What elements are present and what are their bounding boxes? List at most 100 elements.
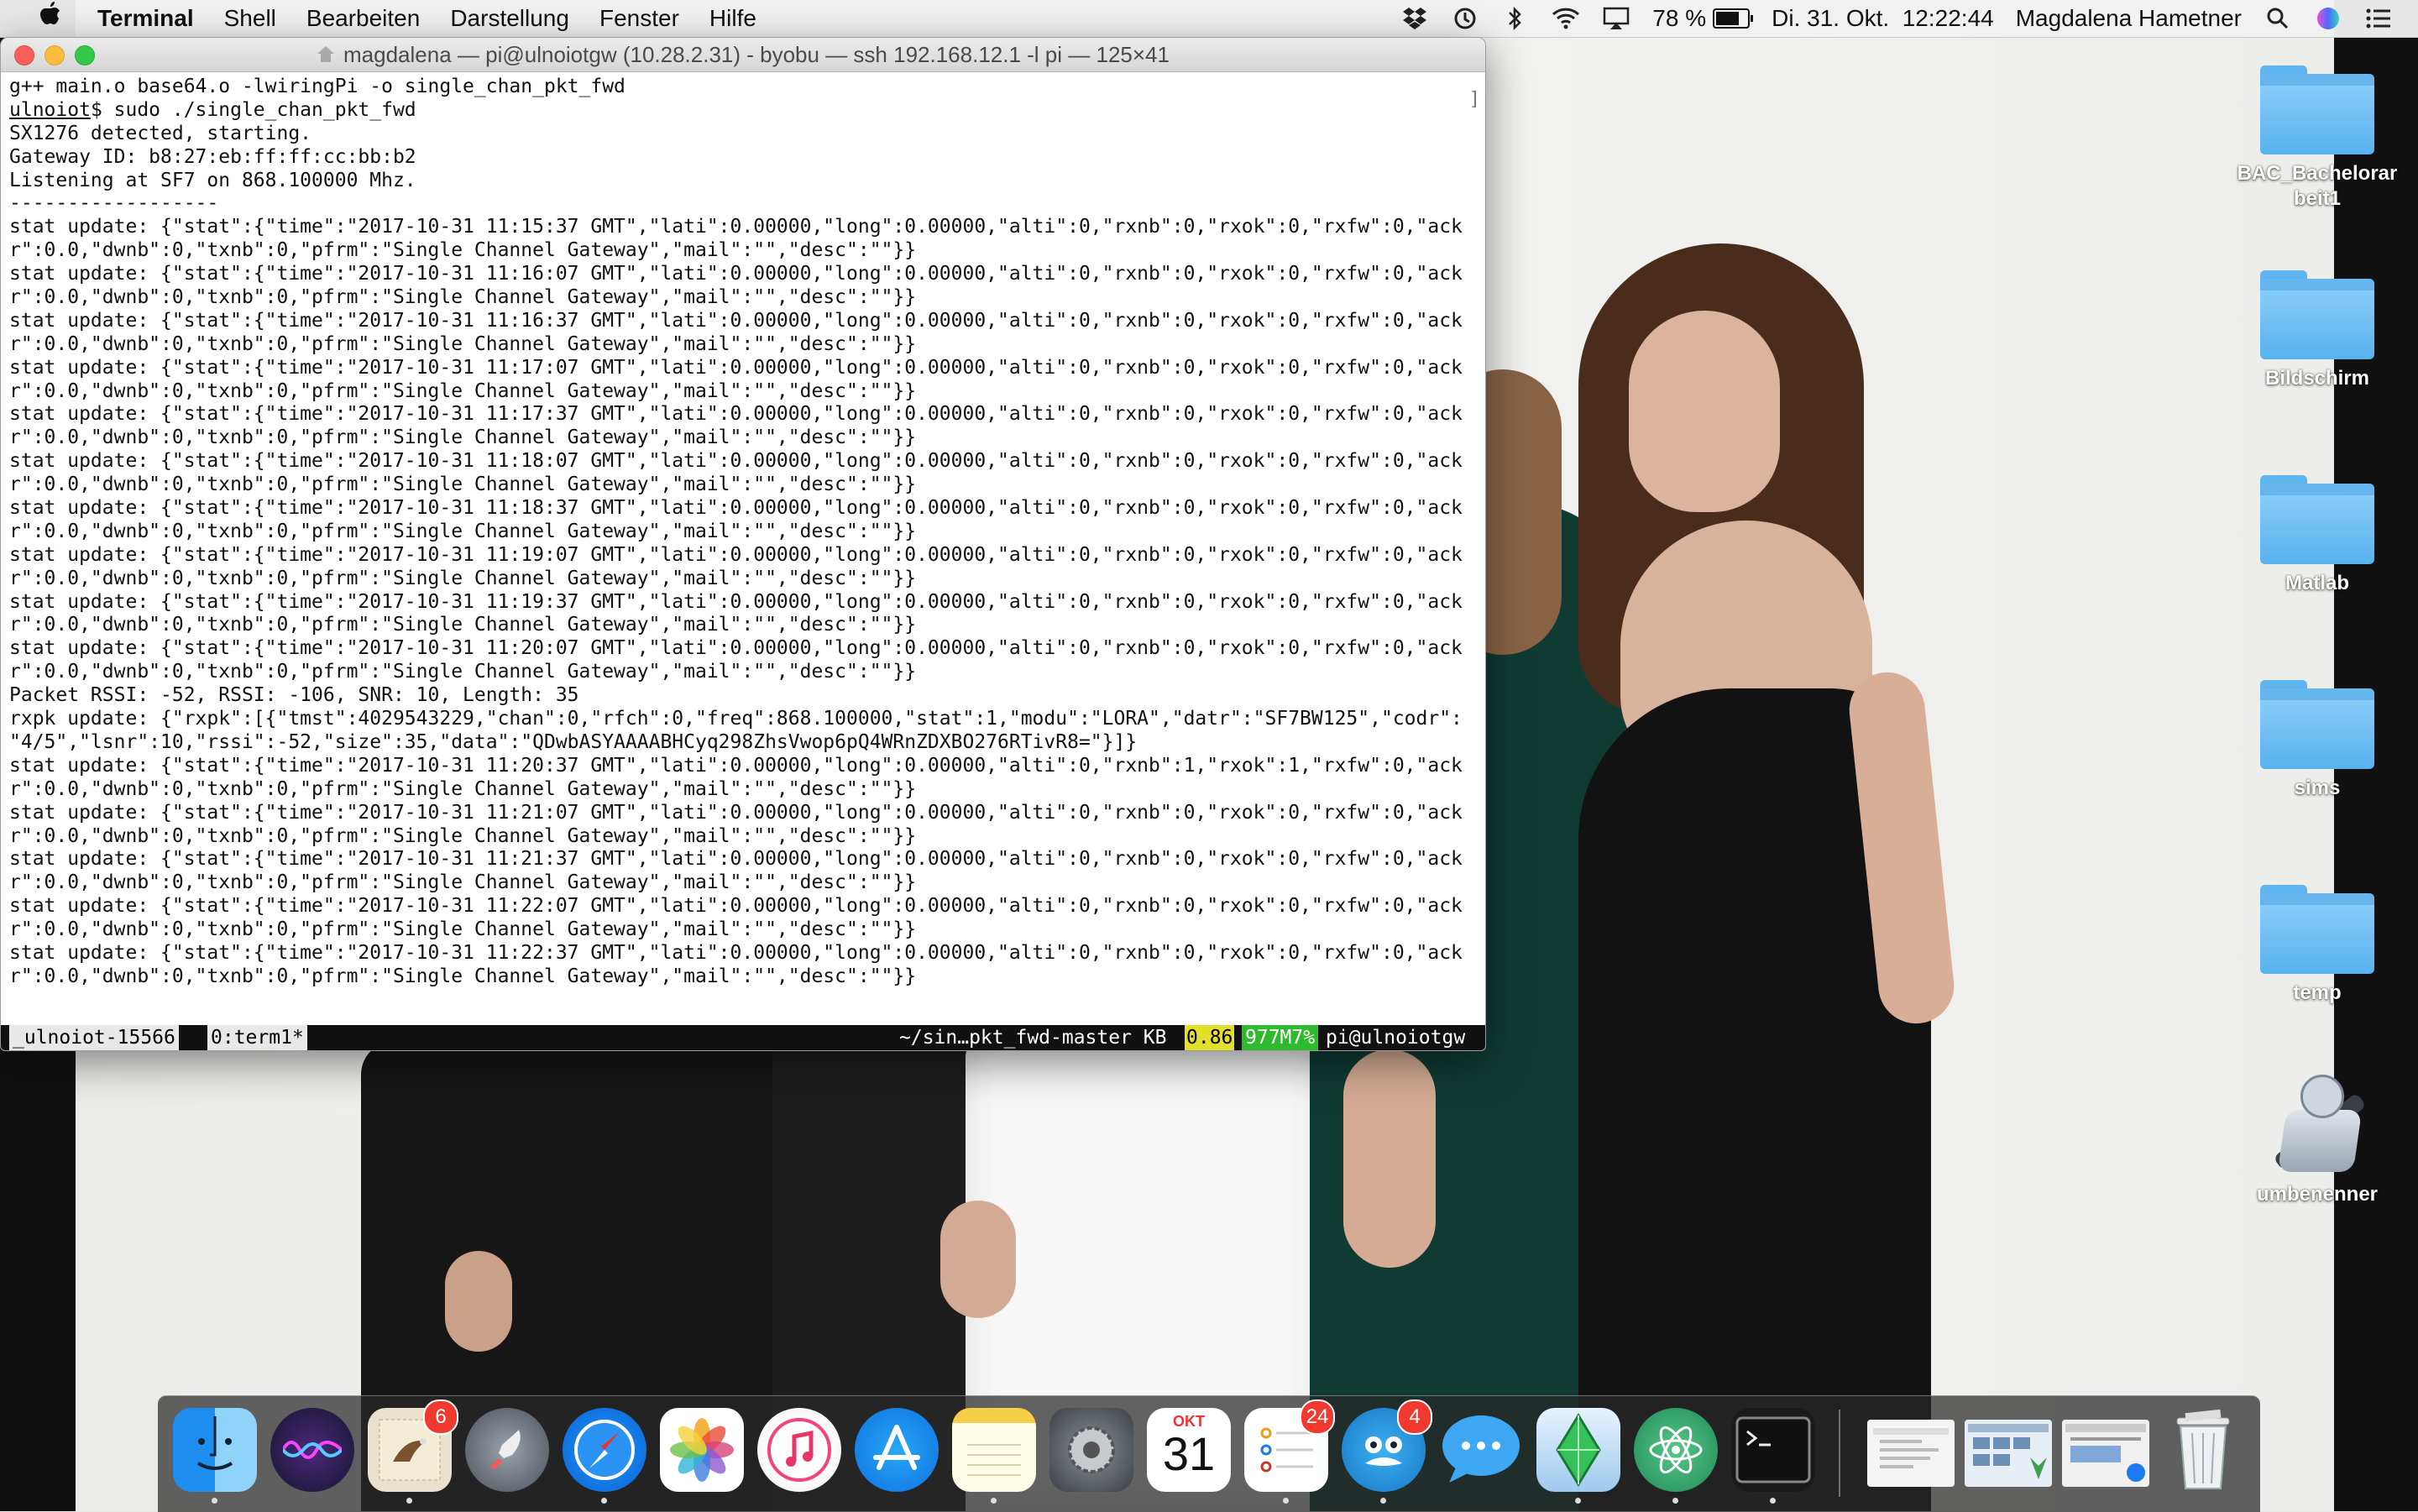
folder-icon [2260,680,2374,769]
wallpaper-person-arm [1343,1049,1436,1268]
minimized-safari-window-thumbnail[interactable] [2062,1420,2149,1487]
close-button[interactable] [14,45,34,65]
siri-icon[interactable] [270,1408,354,1492]
safari-icon[interactable] [563,1408,646,1504]
dock: 6 OKT 31 24 4 [158,1395,2260,1512]
menubar-clock[interactable]: Di. 31. Okt. 12:22:44 [1772,5,1994,32]
airplay-icon[interactable] [1602,4,1630,33]
desktop-folder-temp[interactable]: temp [2216,885,2418,1006]
terminal-line: r":0.0,"dwnb":0,"txnb":0,"pfrm":"Single … [9,473,917,496]
finder-icon[interactable] [173,1408,257,1504]
menu-darstellung[interactable]: Darstellung [450,5,569,32]
battery-icon [1713,8,1754,29]
terminal-line: r":0.0,"dwnb":0,"txnb":0,"pfrm":"Single … [9,239,917,262]
status-load: 0.86 [1185,1025,1235,1050]
terminal-line: stat update: {"stat":{"time":"2017-10-31… [9,497,1463,520]
terminal-line: r":0.0,"dwnb":0,"txnb":0,"pfrm":"Single … [9,332,917,355]
terminal-output-area[interactable]: ] g++ main.o base64.o -lwiringPi -o sing… [1,72,1485,1050]
terminal-line: r":0.0,"dwnb":0,"txnb":0,"pfrm":"Single … [9,379,917,402]
terminal-icon[interactable] [1731,1408,1815,1504]
dock-separator [1839,1410,1840,1497]
menu-fenster[interactable]: Fenster [599,5,679,32]
terminal-line: r":0.0,"dwnb":0,"txnb":0,"pfrm":"Single … [9,567,917,589]
trash-icon[interactable] [2161,1408,2245,1492]
time-machine-icon[interactable] [1451,4,1479,33]
menubar-user[interactable]: Magdalena Hametner [2016,5,2242,32]
siri-menubar-icon[interactable] [2314,4,2342,33]
notification-badge: 4 [1397,1400,1432,1435]
running-indicator [1672,1498,1678,1504]
wallpaper-woman-face [1629,311,1780,512]
menu-bearbeiten[interactable]: Bearbeiten [306,5,420,32]
terminal-line: r":0.0,"dwnb":0,"txnb":0,"pfrm":"Single … [9,661,917,683]
app-store-icon[interactable] [855,1408,939,1492]
the-sims-icon[interactable] [1536,1408,1620,1504]
menu-hilfe[interactable]: Hilfe [709,5,756,32]
status-memory: 977M7% [1242,1025,1319,1050]
terminal-window[interactable]: magdalena — pi@ulnoiotgw (10.28.2.31) - … [0,37,1486,1051]
terminal-line: r":0.0,"dwnb":0,"txnb":0,"pfrm":"Single … [9,614,917,636]
photos-icon[interactable] [660,1408,744,1492]
terminal-line: r":0.0,"dwnb":0,"txnb":0,"pfrm":"Single … [9,918,917,941]
running-indicator [1575,1498,1581,1504]
terminal-line: stat update: {"stat":{"time":"2017-10-31… [9,403,1463,426]
tweetbot-icon[interactable]: 4 [1342,1400,1432,1504]
terminal-line: stat update: {"stat":{"time":"2017-10-31… [9,590,1463,613]
terminal-line: r":0.0,"dwnb":0,"txnb":0,"pfrm":"Single … [9,871,917,894]
reminders-icon[interactable]: 24 [1244,1400,1335,1504]
apple-menu-icon[interactable] [34,2,67,35]
home-folder-icon [317,46,335,63]
minimized-window-thumbnail[interactable] [1867,1420,1955,1487]
terminal-line: rxpk update: {"rxpk":[{"tmst":4029543229… [9,708,1463,730]
terminal-line: Packet RSSI: -52, RSSI: -106, SNR: 10, L… [9,684,579,707]
notification-center-icon[interactable] [2364,4,2393,33]
terminal-line: r":0.0,"dwnb":0,"txnb":0,"pfrm":"Single … [9,965,917,987]
running-indicator [1283,1498,1289,1504]
terminal-line: stat update: {"stat":{"time":"2017-10-31… [9,216,1463,238]
window-titlebar[interactable]: magdalena — pi@ulnoiotgw (10.28.2.31) - … [1,38,1485,72]
terminal-line: ulnoiot$ sudo ./single_chan_pkt_fwd [9,98,416,121]
terminal-line: stat update: {"stat":{"time":"2017-10-31… [9,637,1463,660]
desktop-folder-bac[interactable]: BAC_Bachelorarbeit1 [2216,65,2418,212]
minimized-window-thumbnail[interactable] [1965,1420,2052,1487]
running-indicator [406,1498,412,1504]
automator-icon [2267,1075,2368,1175]
terminal-line: stat update: {"stat":{"time":"2017-10-31… [9,848,1463,871]
status-window-tab[interactable]: 0:term1* [207,1025,307,1050]
spotlight-search-icon[interactable] [2264,4,2292,33]
messages-icon[interactable] [1439,1408,1523,1492]
terminal-line: Listening at SF7 on 868.100000 Mhz. [9,169,416,191]
terminal-line: r":0.0,"dwnb":0,"txnb":0,"pfrm":"Single … [9,426,917,449]
desktop-folder-sims[interactable]: sims [2216,680,2418,801]
minimize-button[interactable] [44,45,65,65]
zoom-button[interactable] [75,45,95,65]
calendar-icon[interactable]: OKT 31 [1147,1408,1231,1492]
terminal-line: g++ main.o base64.o -lwiringPi -o single… [9,76,625,97]
terminal-line: r":0.0,"dwnb":0,"txnb":0,"pfrm":"Single … [9,520,917,542]
running-indicator [991,1498,997,1504]
mail-icon[interactable]: 6 [368,1400,458,1504]
desktop-folder-bildschirm[interactable]: Bildschirm [2216,270,2418,391]
itunes-icon[interactable] [757,1408,841,1492]
bluetooth-icon[interactable] [1501,4,1530,33]
menu-shell[interactable]: Shell [224,5,276,32]
desktop-app-umbenenner[interactable]: umbenenner [2216,1075,2418,1207]
launchpad-icon[interactable] [465,1408,549,1492]
battery-indicator[interactable]: 78 % [1652,5,1754,32]
wifi-icon[interactable] [1552,4,1580,33]
status-session[interactable]: _ulnoiot-15566 [9,1025,179,1050]
folder-icon [2260,885,2374,974]
menu-bar: Terminal Shell Bearbeiten Darstellung Fe… [0,0,2418,38]
system-preferences-icon[interactable] [1049,1408,1133,1492]
folder-icon [2260,475,2374,564]
desktop-item-label: Bildschirm [2264,367,2370,390]
battery-fill [1716,12,1739,25]
notes-icon[interactable] [952,1408,1036,1504]
terminal-line: r":0.0,"dwnb":0,"txnb":0,"pfrm":"Single … [9,777,917,800]
desktop-folder-matlab[interactable]: Matlab [2216,475,2418,596]
calendar-day: 31 [1162,1427,1216,1480]
menu-app-name[interactable]: Terminal [97,5,194,32]
terminal-line: r":0.0,"dwnb":0,"txnb":0,"pfrm":"Single … [9,824,917,847]
atom-icon[interactable] [1634,1408,1718,1504]
dropbox-icon[interactable] [1400,4,1429,33]
